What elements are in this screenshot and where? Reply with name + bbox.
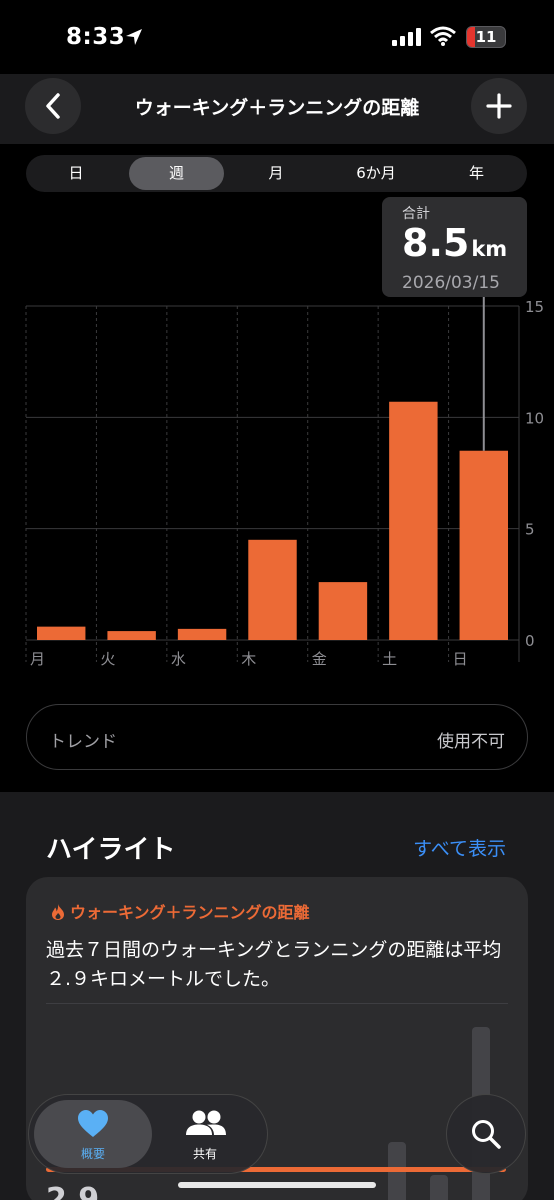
tab-summary[interactable]: 概要 bbox=[33, 1095, 153, 1175]
tooltip-value: 8.5km bbox=[402, 221, 507, 265]
tab-summary-label: 概要 bbox=[80, 1147, 105, 1161]
selected-day-tooltip: 合計 8.5km 2026/03/15 bbox=[382, 197, 527, 297]
status-time: 8:33 bbox=[66, 24, 126, 50]
chart-bar[interactable] bbox=[107, 631, 156, 640]
cellular-signal-icon bbox=[392, 28, 421, 46]
chart-bar[interactable] bbox=[459, 450, 508, 640]
trend-row[interactable]: トレンド 使用不可 bbox=[26, 704, 528, 770]
tooltip-number: 8.5 bbox=[402, 221, 470, 265]
page-title: ウォーキング＋ランニングの距離 bbox=[134, 97, 420, 119]
tab-bar: 概要 共有 bbox=[28, 1094, 268, 1174]
tab-sharing-label: 共有 bbox=[192, 1147, 217, 1161]
period-segmented-control: 日 週 月 6か月 年 bbox=[26, 155, 527, 192]
trend-status: 使用不可 bbox=[437, 732, 505, 752]
y-tick-label: 0 bbox=[525, 632, 535, 650]
home-indicator bbox=[178, 1182, 376, 1188]
chart-bar[interactable] bbox=[318, 582, 368, 640]
highlights-title: ハイライト bbox=[46, 835, 176, 865]
segment-year[interactable]: 年 bbox=[426, 155, 527, 192]
tooltip-unit: km bbox=[471, 237, 508, 261]
wifi-icon bbox=[430, 26, 456, 46]
segment-six-months[interactable]: 6か月 bbox=[326, 155, 426, 192]
battery-indicator: 11 bbox=[466, 26, 506, 48]
chart-bar[interactable] bbox=[177, 628, 227, 640]
back-button[interactable] bbox=[25, 78, 81, 134]
x-tick-label: 火 bbox=[100, 650, 115, 668]
chevron-left-icon bbox=[46, 93, 60, 119]
highlight-category: ウォーキング＋ランニングの距離 bbox=[50, 899, 310, 923]
location-arrow-icon bbox=[126, 29, 142, 45]
tooltip-date: 2026/03/15 bbox=[402, 273, 500, 293]
x-tick-label: 月 bbox=[30, 650, 45, 668]
chart-bar[interactable] bbox=[248, 539, 297, 640]
add-data-button[interactable] bbox=[471, 78, 527, 134]
x-tick-label: 木 bbox=[241, 650, 256, 668]
y-tick-label: 5 bbox=[525, 521, 535, 539]
average-value: 2.9 bbox=[46, 1182, 100, 1200]
y-tick-label: 15 bbox=[525, 298, 544, 316]
highlight-description: 過去７日間のウォーキングとランニングの距離は平均２.９キロメートルでした。 bbox=[46, 939, 502, 990]
people-icon bbox=[186, 1110, 226, 1135]
status-bar: 8:33 11 bbox=[0, 0, 554, 74]
card-divider bbox=[46, 1003, 508, 1004]
chart-bar[interactable] bbox=[389, 401, 438, 640]
heart-icon bbox=[78, 1110, 108, 1137]
flame-icon bbox=[52, 904, 64, 920]
search-button[interactable] bbox=[446, 1094, 526, 1174]
highlight-category-text: ウォーキング＋ランニングの距離 bbox=[70, 903, 310, 922]
search-icon bbox=[472, 1120, 501, 1149]
tooltip-label: 合計 bbox=[402, 206, 430, 222]
segment-week[interactable]: 週 bbox=[129, 157, 224, 190]
segment-month[interactable]: 月 bbox=[226, 155, 326, 192]
x-tick-label: 土 bbox=[382, 650, 397, 668]
tab-sharing[interactable]: 共有 bbox=[145, 1095, 265, 1175]
trend-label: トレンド bbox=[49, 732, 117, 752]
x-tick-label: 水 bbox=[171, 650, 186, 668]
show-all-link[interactable]: すべて表示 bbox=[413, 834, 506, 861]
x-tick-label: 日 bbox=[453, 650, 468, 668]
y-tick-label: 10 bbox=[525, 409, 544, 427]
segment-day[interactable]: 日 bbox=[26, 155, 126, 192]
plus-icon bbox=[486, 93, 512, 119]
chart-bar[interactable] bbox=[37, 626, 86, 640]
x-tick-label: 金 bbox=[312, 650, 327, 668]
mini-chart-bar bbox=[430, 1175, 448, 1200]
battery-level: 11 bbox=[475, 28, 497, 46]
